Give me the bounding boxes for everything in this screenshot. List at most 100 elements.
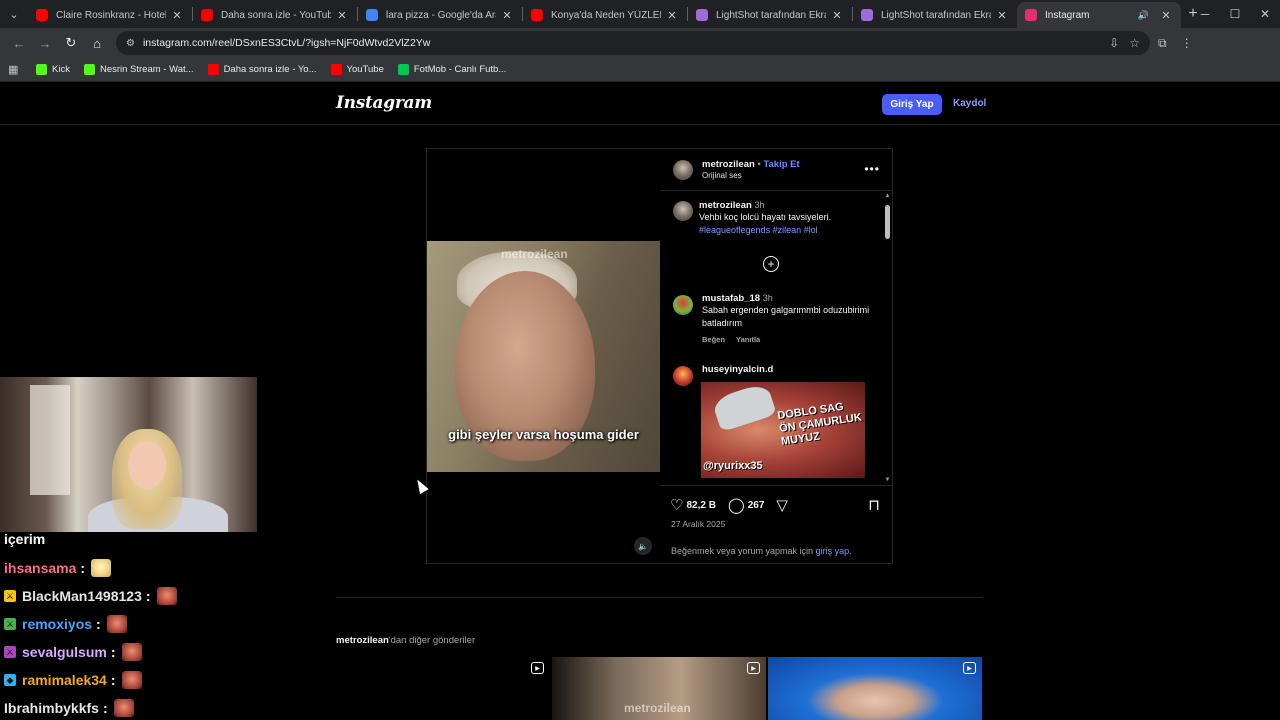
tab-active[interactable]: Instagram 🔊 ✕ [1017,2,1181,28]
tab-search-icon[interactable]: ⌄ [0,0,28,28]
post-thumbnail[interactable]: ▶ metrozilean [552,657,766,720]
apps-grid-icon[interactable]: ▦ [8,63,22,76]
save-bookmark-icon[interactable]: ⊓ [868,496,880,514]
tab-audio-icon[interactable]: 🔊 [1138,10,1149,21]
author-username[interactable]: metrozilean [702,159,755,170]
ig-header: Instagram Giriş Yap Kaydol [0,83,1280,125]
caption-header: metrozilean 3h [699,200,879,211]
load-more-comments-icon[interactable]: + [763,256,779,272]
caption-avatar[interactable] [673,201,693,221]
browser-tab[interactable]: Claire Rosinkranz - Hotel (Offic ✕ [28,2,192,28]
bookmark-item[interactable]: YouTube [330,64,384,75]
scroll-down-icon[interactable]: ▼ [884,477,891,483]
reel-post: metrozilean gibi şeyler varsa hoşuma gid… [426,148,893,564]
comment-username[interactable]: huseyinyalcin.d [702,364,773,375]
author-avatar[interactable] [673,160,693,180]
more-posts-grid: ▶ ▶ metrozilean ▶ [336,657,983,720]
bookmark-label: Daha sonra izle - Yo... [223,64,317,75]
install-app-icon[interactable]: ⇩ [1109,36,1119,50]
browser-tab[interactable]: Konya'da Neden YÜZLERCE Ol ✕ [523,2,687,28]
caption-text: Vehbi koç lolcü hayatı tavsiyeleri. [699,212,832,222]
post-thumbnail[interactable]: ▶ [336,657,550,720]
reload-button[interactable]: ↻ [58,30,84,56]
extensions-icon[interactable]: ⧉ [1158,36,1167,51]
bookmark-favicon-icon [36,64,47,75]
heart-icon[interactable]: ♡ [670,496,683,514]
tab-title: lara pizza - Google'da Ara [386,9,496,21]
caption-hashtags[interactable]: #leagueoflegends #zilean #lol [699,224,879,237]
bookmark-star-icon[interactable]: ☆ [1129,36,1140,50]
tab-close-icon[interactable]: ✕ [500,9,514,22]
more-options-icon[interactable]: ••• [864,162,880,176]
comments-scrollbar[interactable]: ▲ ▼ [884,193,891,483]
comment-text: Sabah ergenden galgarımmbi oduzubirimi b… [702,305,870,328]
more-posts-author[interactable]: metrozilean [336,635,389,646]
likes-count[interactable]: 82,2 B [686,500,715,511]
bookmark-item[interactable]: Daha sonra izle - Yo... [207,64,317,75]
login-prompt-link[interactable]: giriş yap [816,546,850,556]
bookmarks-bar: ▦ Kick Nesrin Stream - Wat... Daha sonra i… [0,58,1280,82]
tab-close-icon[interactable]: ✕ [170,9,184,22]
bookmark-item[interactable]: Nesrin Stream - Wat... [83,64,194,75]
post-header: metrozilean • Takip Et Orijinal ses ••• [660,149,892,191]
tab-close-icon[interactable]: ✕ [665,9,679,22]
tab-close-icon[interactable]: ✕ [830,9,844,22]
chat-emote [106,615,127,633]
share-icon[interactable]: ▽ [776,496,788,514]
address-bar[interactable]: ⚙ instagram.com/reel/DSxnES3CtvL/?igsh=N… [116,31,1150,55]
login-button[interactable]: Giriş Yap [882,94,942,115]
comment-meme-image[interactable]: DOBLO SAG ÖN ÇAMURLUK MUYUZ @ryurixx35 [701,382,865,478]
scroll-thumb[interactable] [885,205,890,239]
reel-video[interactable]: metrozilean gibi şeyler varsa hoşuma gid… [427,149,660,563]
browser-tab[interactable]: Daha sonra izle - YouTube ✕ [193,2,357,28]
youtube-icon [201,9,213,21]
chat-emote [121,671,142,689]
bookmark-label: Kick [52,64,70,75]
comment-reply-button[interactable]: Yanıtla [736,335,760,344]
bookmark-favicon-icon [83,64,95,75]
comment-avatar[interactable] [673,366,693,386]
tab-close-icon[interactable]: ✕ [335,9,349,22]
comment-avatar[interactable] [673,295,693,315]
maximize-icon[interactable]: ☐ [1220,0,1250,28]
bookmark-favicon-icon [397,64,409,75]
mute-icon[interactable]: 🔈 [634,537,652,555]
tab-title: LightShot tarafından Ekran Gör [716,9,826,21]
forward-button[interactable]: → [32,30,58,56]
tab-close-icon[interactable]: ✕ [1159,9,1173,22]
chat-colon: : [110,672,116,688]
minimize-icon[interactable]: ─ [1190,0,1220,28]
streamer-webcam [0,377,257,532]
bookmark-item[interactable]: FotMob - Canlı Futb... [397,64,506,75]
site-info-icon[interactable]: ⚙ [126,38,135,49]
comments-count: 267 [747,499,765,511]
chat-message: Ibrahimbykkfs: [4,699,134,717]
comment-icon[interactable]: ◯ [728,496,745,514]
browser-tab[interactable]: LightShot tarafından Ekran Gör ✕ [853,2,1017,28]
follow-button[interactable]: Takip Et [763,159,799,170]
scroll-up-icon[interactable]: ▲ [884,193,891,199]
screen: ⌄ Claire Rosinkranz - Hotel (Offic✕Daha … [0,0,1280,720]
caption-username[interactable]: metrozilean [699,200,752,211]
browser-tab[interactable]: lara pizza - Google'da Ara ✕ [358,2,522,28]
profile-menu-icon[interactable]: ⋮ [1181,36,1193,50]
video-subtitle: gibi şeyler varsa hoşuma gider [448,427,639,442]
back-button[interactable]: ← [6,30,32,56]
window-controls: ─ ☐ ✕ [1190,0,1280,28]
comment-username[interactable]: mustafab_18 [702,293,760,304]
caption-block: metrozilean 3h Vehbi koç lolcü hayatı ta… [699,200,879,236]
browser-tab[interactable]: LightShot tarafından Ekran Gör ✕ [688,2,852,28]
signup-link[interactable]: Kaydol [953,98,986,109]
tab-close-icon[interactable]: ✕ [995,9,1009,22]
chat-username: Ibrahimbykkfs [4,700,99,716]
login-prompt-text: Beğenmek veya yorum yapmak için [671,546,814,556]
reel-icon: ▶ [963,662,976,674]
post-thumbnail[interactable]: ▶ [768,657,982,720]
home-button[interactable]: ⌂ [84,30,110,56]
instagram-logo[interactable]: Instagram [336,93,432,113]
close-window-icon[interactable]: ✕ [1250,0,1280,28]
chat-emote [156,587,177,605]
bookmark-item[interactable]: Kick [36,64,70,75]
audio-label[interactable]: Orijinal ses [702,171,800,180]
comment-like-button[interactable]: Beğen [702,335,725,344]
